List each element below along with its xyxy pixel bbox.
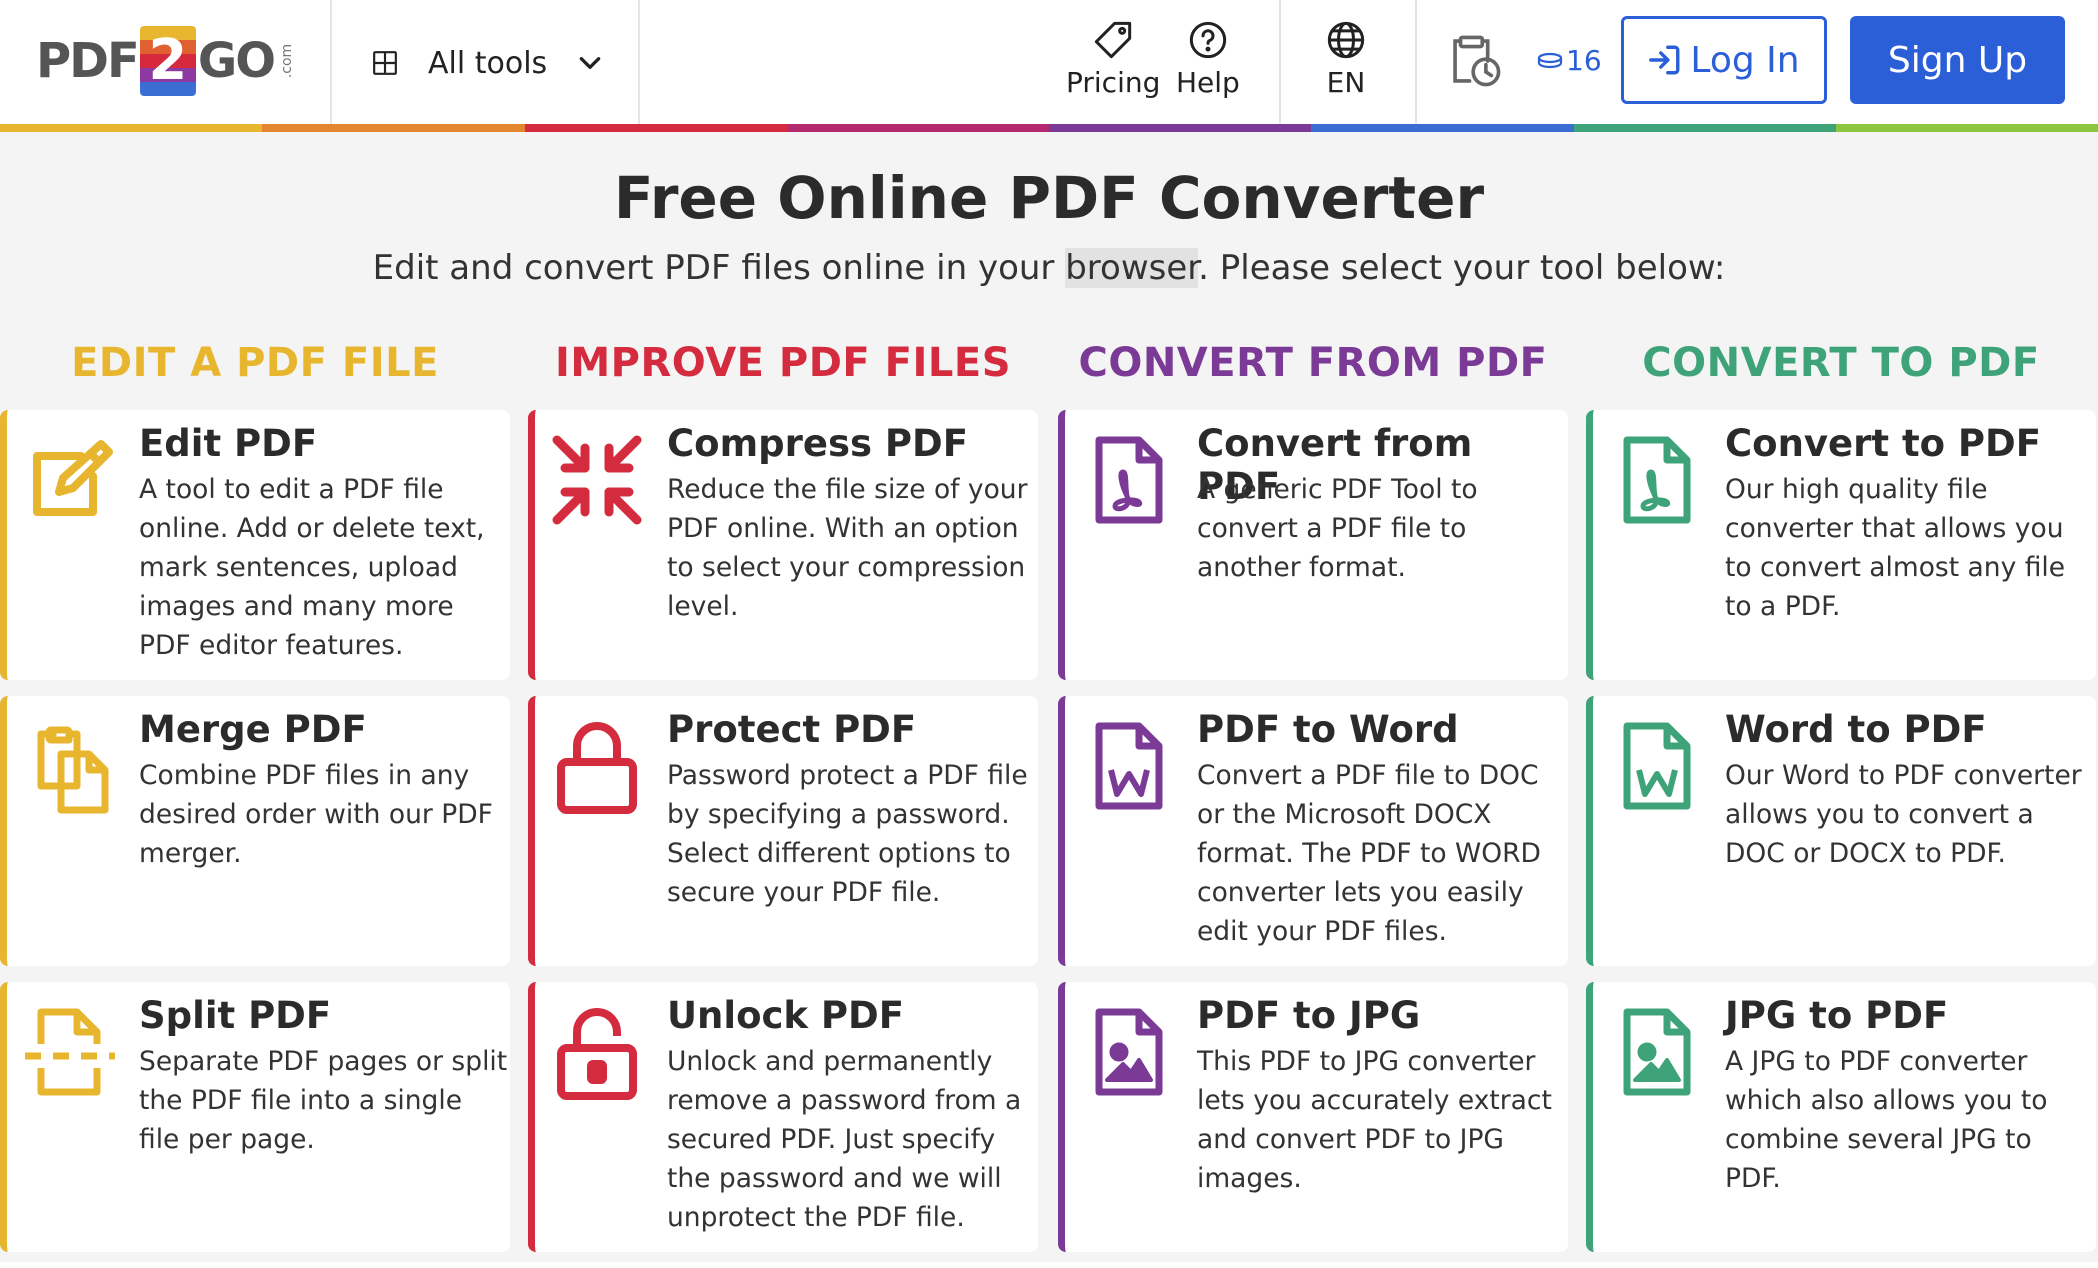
signup-button[interactable]: Sign Up bbox=[1850, 16, 2065, 104]
tool-description: Our Word to PDF converter allows you to … bbox=[1725, 760, 2082, 869]
tool-card-protect-pdf[interactable]: Protect PDF Password protect a PDF file … bbox=[528, 696, 1038, 966]
pricing-label: Pricing bbox=[1066, 66, 1161, 99]
tool-card-split-pdf[interactable]: Split PDF Separate PDF pages or split th… bbox=[0, 982, 510, 1252]
pdf2go-logo[interactable]: PDF 2 GO .com bbox=[36, 22, 304, 100]
language-selector[interactable]: EN bbox=[1326, 20, 1366, 99]
logo-text-go: GO bbox=[197, 33, 276, 89]
tool-card-jpg-to-pdf[interactable]: JPG to PDF A JPG to PDF converter which … bbox=[1586, 982, 2096, 1252]
rainbow-stripe bbox=[0, 124, 2098, 132]
tool-description: Password protect a PDF file by specifyin… bbox=[667, 760, 1028, 908]
image-file-icon bbox=[1623, 1008, 1691, 1096]
subtitle-highlight: browser bbox=[1065, 248, 1199, 288]
tool-description: Unlock and permanently remove a password… bbox=[667, 1046, 1022, 1233]
page-title: Free Online PDF Converter bbox=[613, 164, 1485, 232]
rainbow-segment bbox=[786, 124, 1049, 132]
logo-com: .com bbox=[279, 43, 296, 79]
top-navbar: PDF 2 GO .com All tools Pricing Help EN bbox=[0, 0, 2098, 124]
tool-title: PDF to Word bbox=[1197, 708, 1459, 751]
column-heading-convert-from: CONVERT FROM PDF bbox=[1078, 340, 1548, 386]
credits-value: 16 bbox=[1566, 44, 1602, 77]
chevron-down-icon bbox=[579, 57, 601, 69]
tool-description: A tool to edit a PDF file online. Add or… bbox=[139, 474, 485, 661]
page-subtitle: Edit and convert PDF files online in you… bbox=[0, 248, 2098, 288]
tool-title: Merge PDF bbox=[139, 708, 367, 751]
pricing-link[interactable]: Pricing bbox=[1066, 20, 1160, 99]
subtitle-text-end: . Please select your tool below: bbox=[1198, 248, 1726, 288]
sign-in-icon bbox=[1649, 45, 1680, 75]
question-circle-icon bbox=[1189, 21, 1227, 59]
logo-text-pdf: PDF bbox=[36, 33, 140, 89]
column-heading-improve: IMPROVE PDF FILES bbox=[554, 340, 1012, 386]
tool-card-compress-pdf[interactable]: Compress PDF Reduce the file size of you… bbox=[528, 410, 1038, 680]
globe-icon bbox=[1327, 21, 1365, 59]
tool-description: This PDF to JPG converter lets you accur… bbox=[1197, 1046, 1552, 1194]
tool-title: Compress PDF bbox=[667, 422, 968, 465]
tool-card-edit-pdf[interactable]: Edit PDF A tool to edit a PDF file onlin… bbox=[0, 410, 510, 680]
pdf-file-icon bbox=[1095, 436, 1163, 524]
lock-icon bbox=[557, 722, 637, 814]
merge-icon bbox=[37, 726, 109, 814]
tool-card-merge-pdf[interactable]: Merge PDF Combine PDF files in any desir… bbox=[0, 696, 510, 966]
tool-description: Convert a PDF file to DOC or the Microso… bbox=[1197, 760, 1541, 947]
unlock-icon bbox=[557, 1008, 637, 1100]
split-icon bbox=[25, 1008, 115, 1096]
rainbow-segment bbox=[1049, 124, 1312, 132]
next-row-edge bbox=[0, 1262, 2098, 1268]
word-file-icon bbox=[1095, 722, 1163, 810]
tool-description: A JPG to PDF converter which also allows… bbox=[1725, 1046, 2048, 1194]
logo-two-badge: 2 bbox=[139, 26, 196, 96]
tool-title: Convert to PDF bbox=[1725, 422, 2042, 465]
image-file-icon bbox=[1095, 1008, 1163, 1096]
tool-card-pdf-to-jpg[interactable]: PDF to JPG This PDF to JPG converter let… bbox=[1058, 982, 1568, 1252]
tool-card-word-to-pdf[interactable]: Word to PDF Our Word to PDF converter al… bbox=[1586, 696, 2096, 966]
column-heading-edit: EDIT A PDF FILE bbox=[71, 340, 439, 386]
tool-title: Split PDF bbox=[139, 994, 332, 1037]
rainbow-segment bbox=[1835, 124, 2098, 132]
tool-title: Word to PDF bbox=[1725, 708, 1987, 751]
word-file-icon bbox=[1623, 722, 1691, 810]
help-label: Help bbox=[1176, 66, 1240, 99]
tool-card-pdf-to-word[interactable]: PDF to Word Convert a PDF file to DOC or… bbox=[1058, 696, 1568, 966]
rainbow-segment bbox=[1311, 124, 1574, 132]
rainbow-segment bbox=[1573, 124, 1836, 132]
language-label: EN bbox=[1326, 66, 1366, 99]
tool-title: JPG to PDF bbox=[1725, 994, 1949, 1037]
divider bbox=[1415, 0, 1417, 124]
tool-title: Protect PDF bbox=[667, 708, 917, 751]
credits-counter[interactable]: 16 bbox=[1536, 44, 1602, 77]
all-tools-dropdown[interactable]: All tools bbox=[372, 40, 603, 86]
tool-card-convert-to-pdf[interactable]: Convert to PDF Our high quality file con… bbox=[1586, 410, 2096, 680]
tool-description: Separate PDF pages or split the PDF file… bbox=[139, 1046, 508, 1155]
coins-icon bbox=[1537, 52, 1563, 68]
signup-label: Sign Up bbox=[1887, 39, 2028, 81]
tool-card-convert-from-pdf[interactable]: Convert from PDF A generic PDF Tool to c… bbox=[1058, 410, 1568, 680]
divider bbox=[1279, 0, 1281, 124]
tool-card-unlock-pdf[interactable]: Unlock PDF Unlock and permanently remove… bbox=[528, 982, 1038, 1252]
subtitle-text-start: Edit and convert PDF files online in you… bbox=[372, 248, 1066, 288]
all-tools-label: All tools bbox=[428, 45, 548, 81]
compress-icon bbox=[552, 435, 642, 525]
help-link[interactable]: Help bbox=[1176, 20, 1240, 99]
divider bbox=[638, 0, 640, 124]
tool-title: PDF to JPG bbox=[1197, 994, 1421, 1037]
grid-icon bbox=[373, 51, 397, 75]
tool-title: Edit PDF bbox=[139, 422, 318, 465]
tag-icon bbox=[1095, 21, 1132, 59]
task-history-icon[interactable] bbox=[1446, 32, 1504, 90]
tool-description: Combine PDF files in any desired order w… bbox=[139, 760, 493, 869]
pdf-file-icon bbox=[1623, 436, 1691, 524]
divider bbox=[330, 0, 332, 124]
tool-description: Our high quality file converter that all… bbox=[1725, 474, 2066, 622]
tool-title: Unlock PDF bbox=[667, 994, 905, 1037]
column-heading-convert-to: CONVERT TO PDF bbox=[1642, 340, 2040, 386]
edit-icon bbox=[33, 440, 113, 516]
rainbow-segment bbox=[524, 124, 787, 132]
login-label: Log In bbox=[1690, 39, 1800, 81]
tool-description: A generic PDF Tool to convert a PDF file… bbox=[1197, 474, 1478, 583]
login-button[interactable]: Log In bbox=[1621, 16, 1827, 104]
rainbow-segment bbox=[0, 124, 263, 132]
tool-description: Reduce the file size of your PDF online.… bbox=[667, 474, 1028, 622]
rainbow-segment bbox=[262, 124, 525, 132]
